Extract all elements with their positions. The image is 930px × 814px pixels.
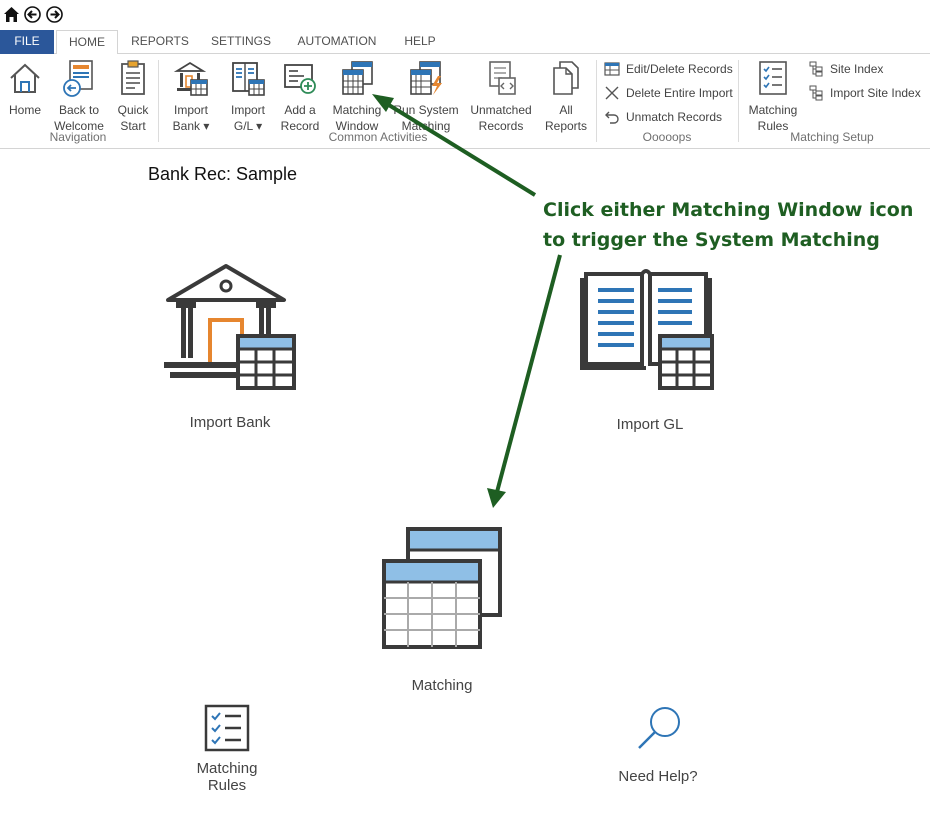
import-gl-tile[interactable]: Import GL [580, 268, 720, 433]
import-bank-tile[interactable]: Import Bank [160, 262, 300, 431]
matching-tables-icon [382, 527, 502, 649]
edit-delete-records-button[interactable]: Edit/Delete Records [604, 58, 733, 80]
all-reports-button[interactable]: All Reports [542, 58, 590, 134]
import-bank-label-2: Bank ▾ [172, 119, 210, 133]
matching-rules-tile[interactable]: Matching Rules [186, 704, 268, 794]
add-record-icon [284, 64, 316, 94]
matching-setup-group-label: Matching Setup [790, 130, 874, 144]
back-to-welcome-button[interactable]: Back to Welcome [50, 58, 108, 134]
unmatch-records-button[interactable]: Unmatch Records [604, 106, 722, 128]
home-icon[interactable] [3, 6, 20, 23]
all-reports-label-2: Reports [544, 119, 588, 133]
run-matching-icon [410, 61, 442, 95]
home-label: Home [8, 103, 41, 117]
matching-window-icon [342, 61, 373, 95]
ribbon: Home Back to Welcome Quick Start Navigat… [0, 54, 930, 149]
arrowhead-tile [487, 488, 506, 508]
matching-rules-ribbon-label-1: Matching [748, 103, 798, 117]
need-help-tile[interactable]: Need Help? [610, 704, 706, 785]
tab-help[interactable]: HELP [398, 30, 442, 54]
sitemap-icon [809, 61, 823, 77]
arrow-to-matching-tile [495, 254, 562, 493]
matching-tile[interactable]: Matching [372, 525, 512, 694]
import-bank-tile-label: Import Bank [189, 414, 271, 431]
open-ledger-icon [580, 269, 714, 390]
table-edit-icon [604, 62, 620, 76]
unmatched-records-label-1: Unmatched [470, 103, 532, 117]
add-record-button[interactable]: Add a Record [278, 58, 322, 134]
navigation-group-label: Navigation [49, 130, 107, 144]
import-site-index-label: Import Site Index [830, 86, 921, 100]
matching-tile-label: Matching [411, 677, 473, 694]
undo-arrow-icon [605, 111, 619, 124]
ribbon-tabs: FILE HOME REPORTS SETTINGS AUTOMATION HE… [0, 30, 930, 55]
site-index-label: Site Index [830, 62, 884, 76]
import-sitemap-icon [809, 85, 823, 101]
delete-entire-import-button[interactable]: Delete Entire Import [604, 82, 733, 104]
ribbon-separator [738, 60, 739, 142]
annotation-callout: Click either Matching Window icon to tri… [543, 195, 913, 255]
site-index-button[interactable]: Site Index [808, 58, 883, 80]
checklist-icon [204, 704, 250, 752]
reports-icon [553, 61, 579, 95]
annotation-line-2: to trigger the System Matching [543, 229, 880, 251]
home-button[interactable]: Home [4, 58, 46, 118]
house-icon [10, 63, 40, 93]
tab-automation[interactable]: AUTOMATION [292, 30, 382, 54]
need-help-label: Need Help? [618, 768, 698, 785]
quick-access-toolbar [0, 0, 930, 30]
matching-window-button[interactable]: Matching Window [330, 58, 384, 134]
welcome-back-icon [63, 60, 93, 97]
ribbon-separator [158, 60, 159, 142]
unmatched-records-button[interactable]: Unmatched Records [468, 58, 534, 134]
tab-file[interactable]: FILE [0, 30, 54, 54]
import-gl-tile-label: Import GL [616, 416, 684, 433]
tab-reports[interactable]: REPORTS [128, 30, 192, 54]
clipboard-icon [121, 60, 145, 95]
common-activities-group-label: Common Activities [328, 130, 428, 144]
import-site-index-button[interactable]: Import Site Index [808, 82, 921, 104]
import-gl-label-1: Import [230, 103, 265, 117]
back-to-welcome-label-1: Back to [58, 103, 100, 117]
quick-start-button[interactable]: Quick Start [112, 58, 154, 134]
unmatch-records-label: Unmatch Records [626, 110, 723, 124]
bank-building-icon [164, 264, 296, 390]
tab-settings[interactable]: SETTINGS [206, 30, 276, 54]
unmatched-records-icon [489, 61, 516, 95]
ooooops-group-label: Ooooops [642, 130, 692, 144]
matching-rules-ribbon-button[interactable]: Matching Rules [746, 58, 800, 134]
edit-delete-records-label: Edit/Delete Records [626, 62, 733, 76]
matching-rules-tile-label-2: Rules [207, 777, 247, 794]
add-record-label-1: Add a [284, 103, 316, 117]
import-gl-button[interactable]: Import G/L ▾ [224, 58, 272, 134]
ribbon-separator [596, 60, 597, 142]
page-title: Bank Rec: Sample [148, 164, 298, 184]
bank-import-icon [173, 61, 208, 96]
import-bank-label-1: Import [173, 103, 208, 117]
annotation-line-1: Click either Matching Window icon [543, 199, 914, 221]
checklist-icon [759, 61, 787, 95]
quick-start-label-2: Start [120, 119, 146, 133]
matching-rules-tile-label-1: Matching [196, 760, 258, 777]
unmatched-records-label-2: Records [478, 119, 524, 133]
matching-window-label-1: Matching [332, 103, 382, 117]
back-arrow-icon[interactable] [24, 6, 41, 23]
run-system-matching-label-1: Run System [393, 103, 459, 117]
magnifier-icon [638, 707, 680, 749]
tab-home[interactable]: HOME [56, 30, 118, 55]
delete-entire-import-label: Delete Entire Import [626, 86, 733, 100]
ledger-import-icon [232, 62, 265, 96]
forward-arrow-icon[interactable] [46, 6, 63, 23]
all-reports-label-1: All [559, 103, 573, 117]
close-x-icon [605, 86, 619, 100]
run-system-matching-button[interactable]: Run System Matching [392, 58, 460, 134]
import-bank-button[interactable]: Import Bank ▾ [166, 58, 216, 134]
import-gl-label-2: G/L ▾ [233, 119, 263, 133]
quick-start-label-1: Quick [117, 103, 149, 117]
